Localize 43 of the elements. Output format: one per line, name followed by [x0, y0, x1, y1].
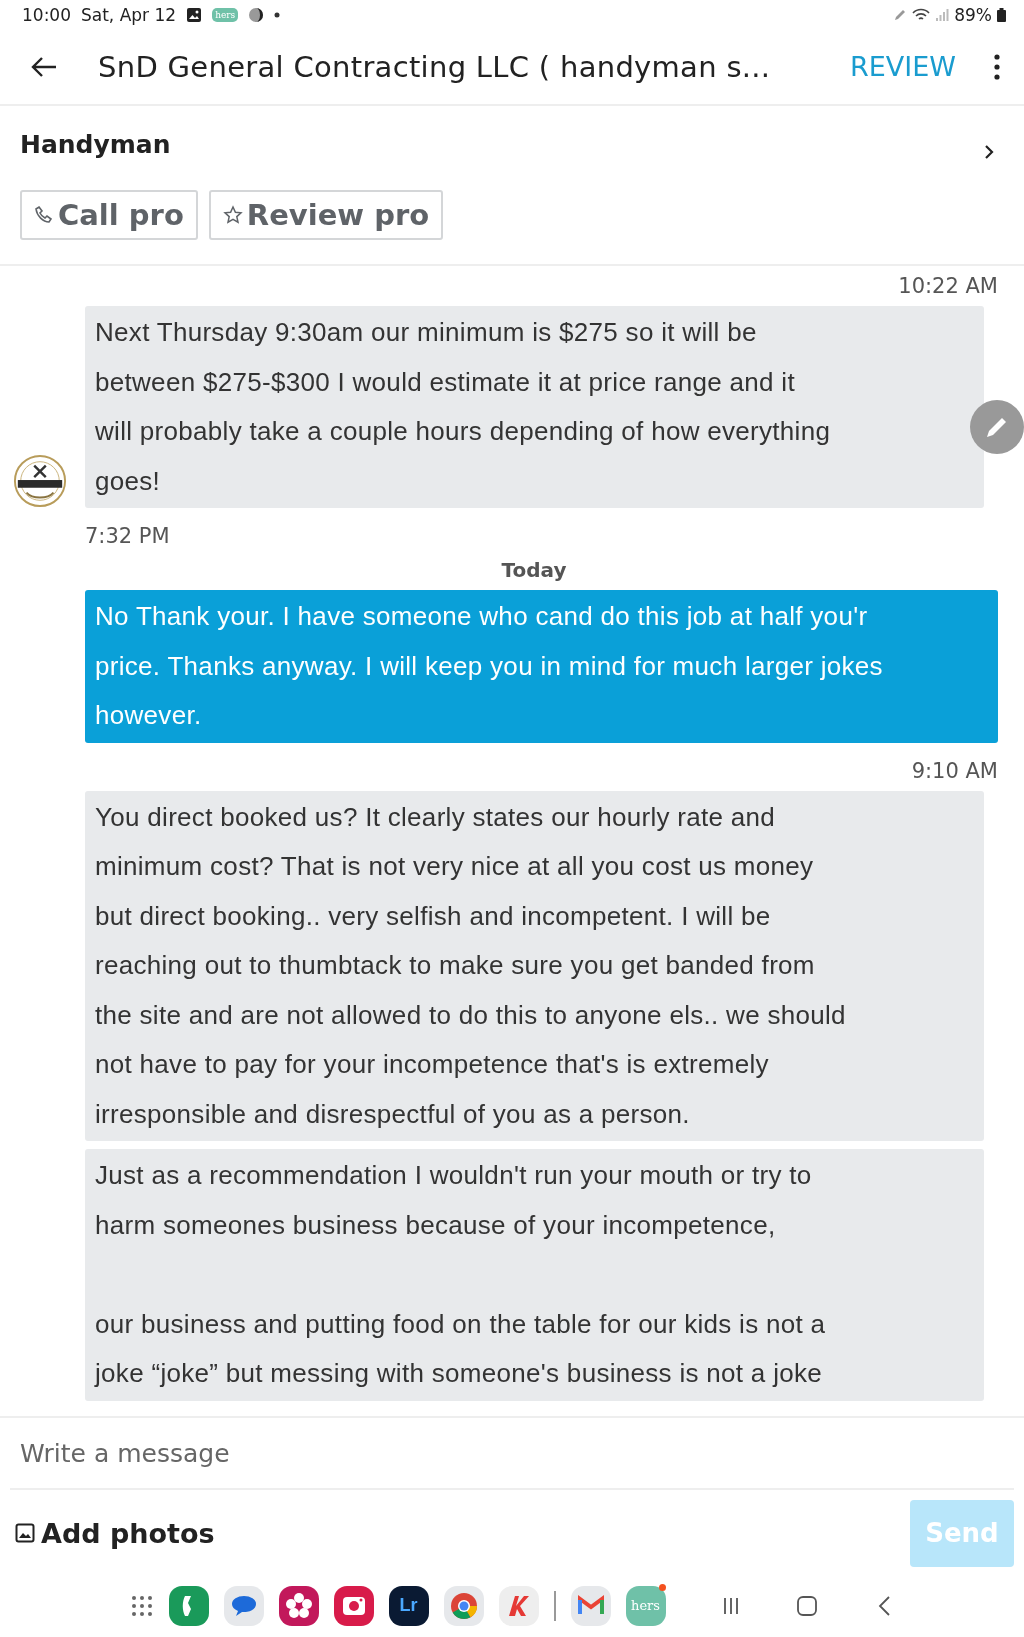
message-bubble: No Thank your. I have someone who cand do this job at half you'r price. Thanks anyway. I will keep you in mind for much larger jokes however.: [85, 590, 998, 743]
add-photos-button[interactable]: Add photos: [10, 1517, 220, 1549]
review-button[interactable]: REVIEW: [844, 47, 962, 87]
app-label: hers: [631, 1598, 660, 1614]
message-bubble: Next Thursday 9:30am our minimum is $275 so it will be between $275-$300 I would estimate it at price range and it will probably take a couple hours depending of how everything goes!: [85, 306, 984, 509]
conversation-title: SnD General Contracting LLC ( handyman s...: [98, 49, 772, 84]
message-time: 10:22 AM: [898, 274, 998, 299]
wifi-icon: [912, 7, 931, 22]
message-time: 7:32 PM: [85, 524, 171, 549]
battery-level: 89%: [954, 4, 992, 25]
call-pro-button[interactable]: Call pro: [20, 190, 198, 241]
back-icon[interactable]: [30, 54, 58, 79]
chat-app-icon[interactable]: [223, 1585, 264, 1626]
service-title: Handyman: [20, 130, 171, 160]
moon-icon: [248, 6, 265, 23]
phone-app-icon[interactable]: [168, 1585, 209, 1626]
flower-app-icon[interactable]: [278, 1585, 319, 1626]
review-pro-button[interactable]: Review pro: [208, 190, 444, 241]
photo-icon: [15, 1523, 35, 1544]
signal-icon: [935, 7, 950, 22]
status-time: 10:00: [22, 4, 71, 25]
k-app-icon[interactable]: [498, 1585, 539, 1626]
camera-app-icon[interactable]: [333, 1585, 374, 1626]
browser-app-icon[interactable]: [443, 1585, 484, 1626]
home-icon[interactable]: [795, 1594, 818, 1617]
phone-icon: [34, 205, 54, 226]
apps-grid-icon[interactable]: [129, 1593, 154, 1618]
edit-button[interactable]: [970, 400, 1024, 455]
dot-icon: [274, 11, 281, 18]
pencil-icon: [893, 7, 908, 22]
photo-editor-app-icon[interactable]: Lr: [388, 1585, 429, 1626]
day-separator: Today: [501, 558, 567, 583]
image-icon: [186, 6, 203, 23]
status-date: Sat, Apr 12: [81, 4, 177, 25]
app-badge: hers: [212, 7, 239, 22]
star-icon: [222, 205, 243, 226]
message-bubble: Just as a recommendation I wouldn't run your mouth or try to harm someones business because of your incompetence, our business and putting food on the table for our kids is not a joke “joke” but messing with someone's business is not a joke: [85, 1149, 984, 1401]
battery-icon: [997, 7, 1006, 22]
message-time: 9:10 AM: [911, 758, 998, 783]
notification-dot: [658, 1583, 666, 1591]
message-bubble: You direct booked us? It clearly states our hourly rate and minimum cost? That is not very nice at all you cost us money but direct booking.. very selfish and incompetent. I will be reaching out to thumbtack to make sure you get banded from the site and are not allowed to do this to anyone els.. we should not have to pay for your incompetence that's is extremely irresponsible and disrespectful of you as a person.: [85, 790, 984, 1142]
chevron-right-icon[interactable]: [984, 144, 994, 161]
mail-app-icon[interactable]: [570, 1585, 611, 1626]
